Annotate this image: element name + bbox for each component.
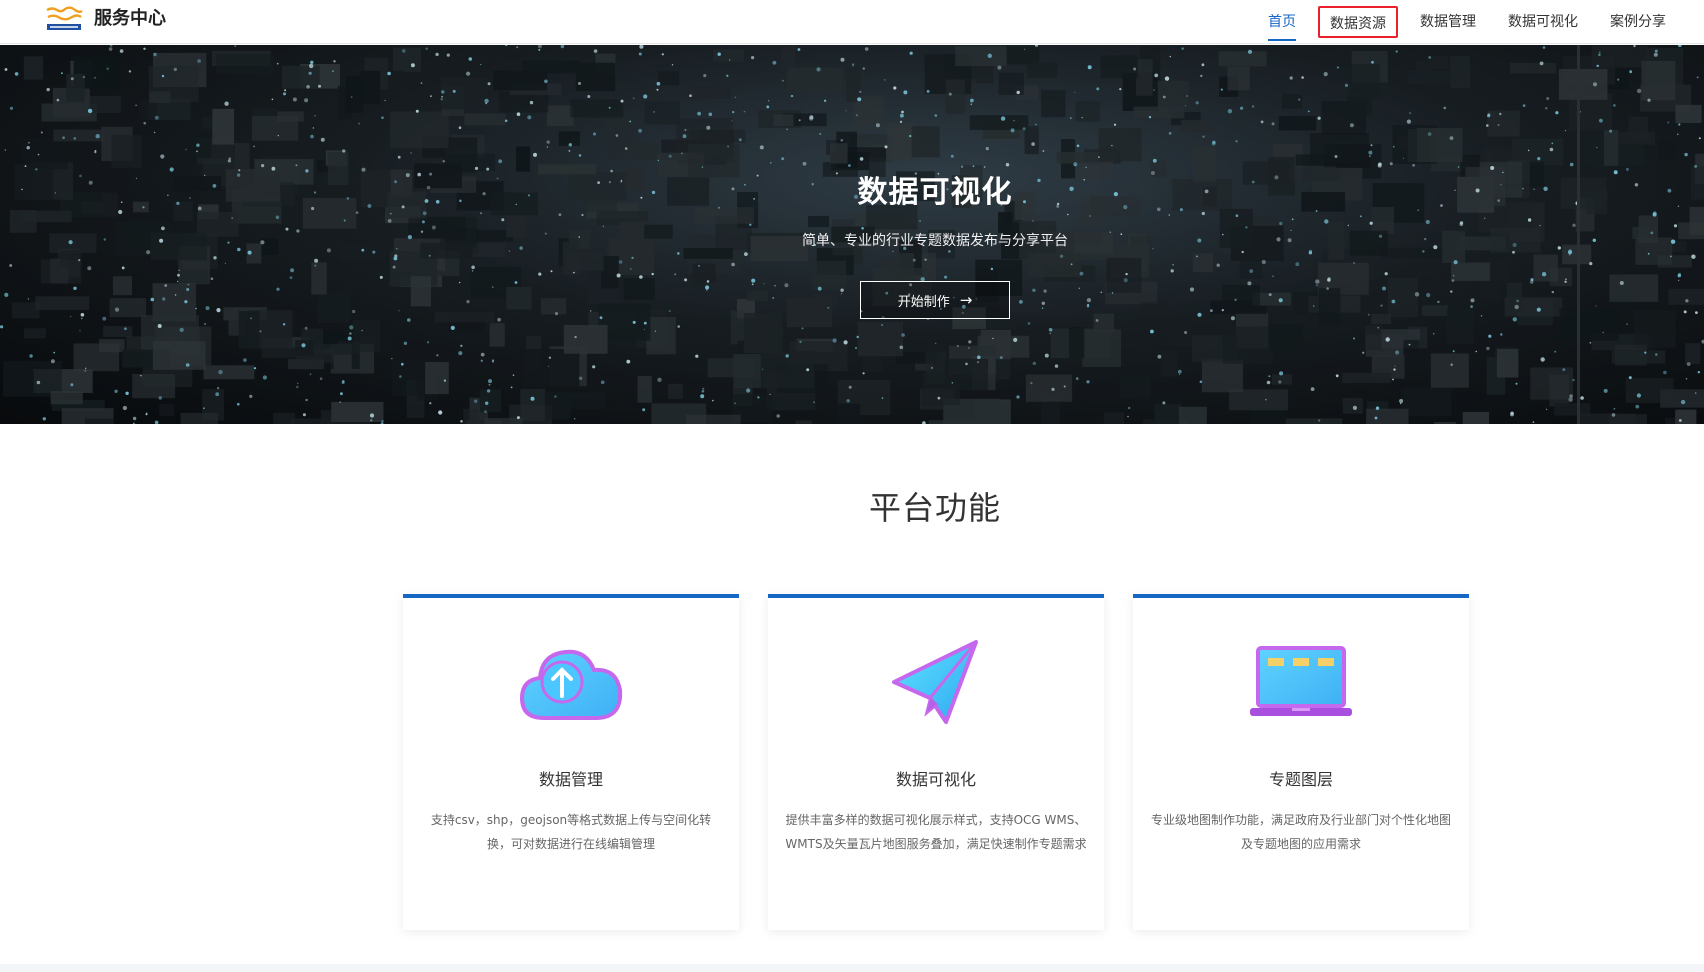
- card-description: 专业级地图制作功能，满足政府及行业部门对个性化地图及专题地图的应用需求: [1150, 813, 1451, 851]
- paper-plane-icon: [768, 638, 1104, 738]
- card-title: 数据管理: [538, 770, 603, 789]
- arrow-right-icon: →: [959, 291, 973, 309]
- hero-subtitle: 简单、专业的行业专题数据发布与分享平台: [802, 233, 1068, 249]
- feature-card-data-visualization[interactable]: 数据可视化 提供丰富多样的数据可视化展示样式，支持OCG WMS、WMTS及矢量…: [768, 594, 1104, 930]
- top-header: 服务中心 首页 数据资源 数据管理 数据可视化 案例分享: [0, 0, 1704, 44]
- hero-banner: 数据可视化 简单、专业的行业专题数据发布与分享平台 开始制作 →: [0, 45, 1704, 424]
- footer-strip: [0, 964, 1704, 972]
- start-creating-label: 开始制作: [897, 294, 950, 310]
- card-title: 专题图层: [1268, 770, 1333, 789]
- nav-case-sharing[interactable]: 案例分享: [1594, 6, 1682, 38]
- mapworld-logo-icon[interactable]: [44, 6, 84, 34]
- nav-data-resources[interactable]: 数据资源: [1318, 6, 1398, 38]
- card-description: 提供丰富多样的数据可视化展示样式，支持OCG WMS、WMTS及矢量瓦片地图服务…: [785, 813, 1087, 851]
- start-creating-button[interactable]: 开始制作 →: [860, 281, 1010, 319]
- hero-title: 数据可视化: [857, 175, 1013, 210]
- nav-data-management[interactable]: 数据管理: [1404, 6, 1492, 38]
- nav-data-visualization[interactable]: 数据可视化: [1492, 6, 1594, 38]
- laptop-icon: [1133, 638, 1469, 738]
- features-section-title: 平台功能: [868, 489, 1001, 527]
- cloud-upload-icon: [403, 638, 739, 738]
- main-nav: 首页 数据资源 数据管理 数据可视化 案例分享: [1252, 0, 1682, 44]
- card-description: 支持csv，shp，geojson等格式数据上传与空间化转换，可对数据进行在线编…: [430, 813, 712, 851]
- feature-card-thematic-layers[interactable]: 专题图层 专业级地图制作功能，满足政府及行业部门对个性化地图及专题地图的应用需求: [1133, 594, 1469, 930]
- card-title: 数据可视化: [895, 770, 976, 789]
- feature-card-data-management[interactable]: 数据管理 支持csv，shp，geojson等格式数据上传与空间化转换，可对数据…: [403, 594, 739, 930]
- site-brand-title: 服务中心: [94, 8, 166, 29]
- nav-home[interactable]: 首页: [1252, 6, 1312, 41]
